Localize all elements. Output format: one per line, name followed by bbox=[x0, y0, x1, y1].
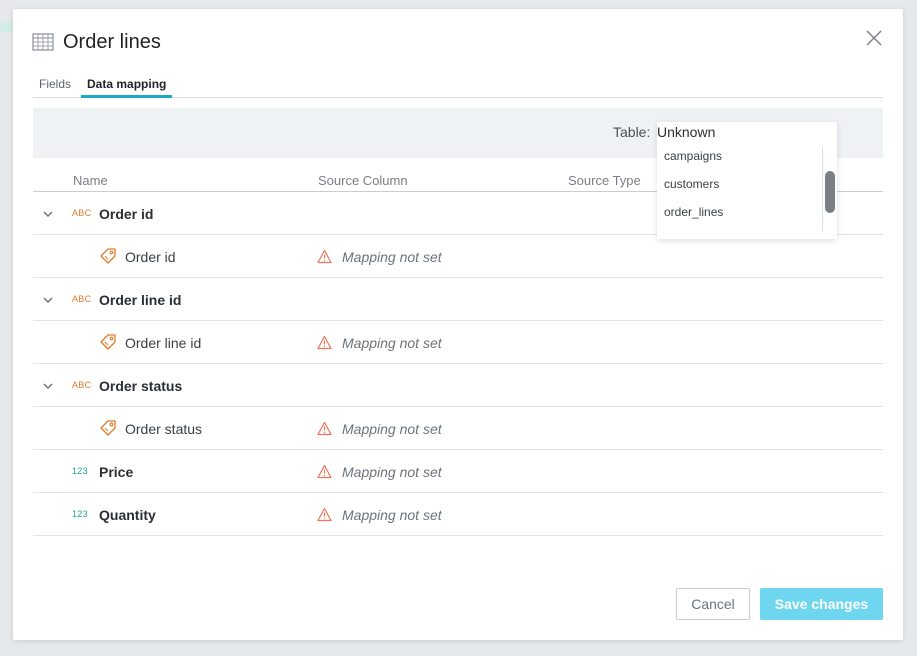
table-row: Order id Mapping not set bbox=[33, 235, 883, 278]
dialog-header: Order lines bbox=[32, 29, 161, 55]
dropdown-option-customers[interactable]: customers bbox=[664, 176, 814, 204]
table-grid-icon bbox=[32, 33, 54, 51]
dropdown-options: campaigns customers order_lines bbox=[664, 148, 814, 232]
number-type-icon: 123 bbox=[72, 466, 88, 476]
mapping-status[interactable]: Mapping not set bbox=[342, 507, 442, 523]
field-name: Order status bbox=[99, 378, 183, 394]
close-icon bbox=[866, 30, 882, 46]
table-row: Order status Mapping not set bbox=[33, 407, 883, 450]
table-selector-bar: Table: Unknown campaigns customers order… bbox=[33, 108, 883, 239]
table-dropdown[interactable]: Unknown campaigns customers order_lines bbox=[657, 122, 837, 239]
mapping-status[interactable]: Mapping not set bbox=[342, 249, 442, 265]
tag-icon bbox=[99, 247, 117, 265]
close-button[interactable] bbox=[865, 29, 883, 47]
field-name: Price bbox=[99, 464, 134, 480]
table-row: ABC Order status bbox=[33, 364, 883, 407]
table-select-value[interactable]: Unknown bbox=[657, 124, 715, 140]
table-row: ABC Order line id bbox=[33, 278, 883, 321]
field-name: Order line id bbox=[99, 292, 182, 308]
number-type-icon: 123 bbox=[72, 509, 88, 519]
dialog-title: Order lines bbox=[63, 30, 161, 53]
mapping-status[interactable]: Mapping not set bbox=[342, 335, 442, 351]
tab-data-mapping[interactable]: Data mapping bbox=[81, 71, 173, 98]
source-field-name: Order status bbox=[125, 421, 203, 437]
warning-triangle-icon bbox=[317, 507, 332, 522]
save-changes-button[interactable]: Save changes bbox=[760, 588, 883, 620]
field-name: Quantity bbox=[99, 507, 156, 523]
column-header-name[interactable]: Name bbox=[73, 173, 108, 188]
text-type-icon: ABC bbox=[72, 380, 92, 390]
source-field-name: Order id bbox=[125, 249, 176, 265]
column-header-source-type[interactable]: Source Type bbox=[568, 173, 641, 188]
cancel-button[interactable]: Cancel bbox=[676, 588, 750, 620]
column-header-source-column[interactable]: Source Column bbox=[318, 173, 408, 188]
warning-triangle-icon bbox=[317, 249, 332, 264]
tab-bar: Fields Data mapping bbox=[33, 71, 883, 98]
warning-triangle-icon bbox=[317, 464, 332, 479]
table-row: Order line id Mapping not set bbox=[33, 321, 883, 364]
dropdown-scrollbar[interactable] bbox=[825, 171, 835, 213]
warning-triangle-icon bbox=[317, 421, 332, 436]
mapping-status[interactable]: Mapping not set bbox=[342, 464, 442, 480]
chevron-down-icon[interactable] bbox=[41, 207, 55, 221]
backdrop-highlight bbox=[0, 22, 14, 32]
dropdown-option-campaigns[interactable]: campaigns bbox=[664, 148, 814, 176]
dropdown-option-order-lines[interactable]: order_lines bbox=[664, 204, 814, 232]
mapping-table: ABC Order id Order id Mapping not set AB… bbox=[33, 192, 883, 536]
tag-icon bbox=[99, 333, 117, 351]
mapping-status[interactable]: Mapping not set bbox=[342, 421, 442, 437]
dropdown-scrollbar-track bbox=[822, 147, 823, 231]
table-row: 123 Quantity Mapping not set bbox=[33, 493, 883, 536]
table-label: Table: bbox=[613, 124, 651, 140]
chevron-down-icon[interactable] bbox=[41, 379, 55, 393]
tag-icon bbox=[99, 419, 117, 437]
text-type-icon: ABC bbox=[72, 208, 92, 218]
chevron-down-icon[interactable] bbox=[41, 293, 55, 307]
warning-triangle-icon bbox=[317, 335, 332, 350]
table-row: 123 Price Mapping not set bbox=[33, 450, 883, 493]
tab-fields[interactable]: Fields bbox=[33, 71, 77, 98]
source-field-name: Order line id bbox=[125, 335, 202, 351]
field-name: Order id bbox=[99, 206, 154, 222]
text-type-icon: ABC bbox=[72, 294, 92, 304]
order-lines-dialog: Order lines Fields Data mapping Table: U… bbox=[13, 9, 903, 640]
